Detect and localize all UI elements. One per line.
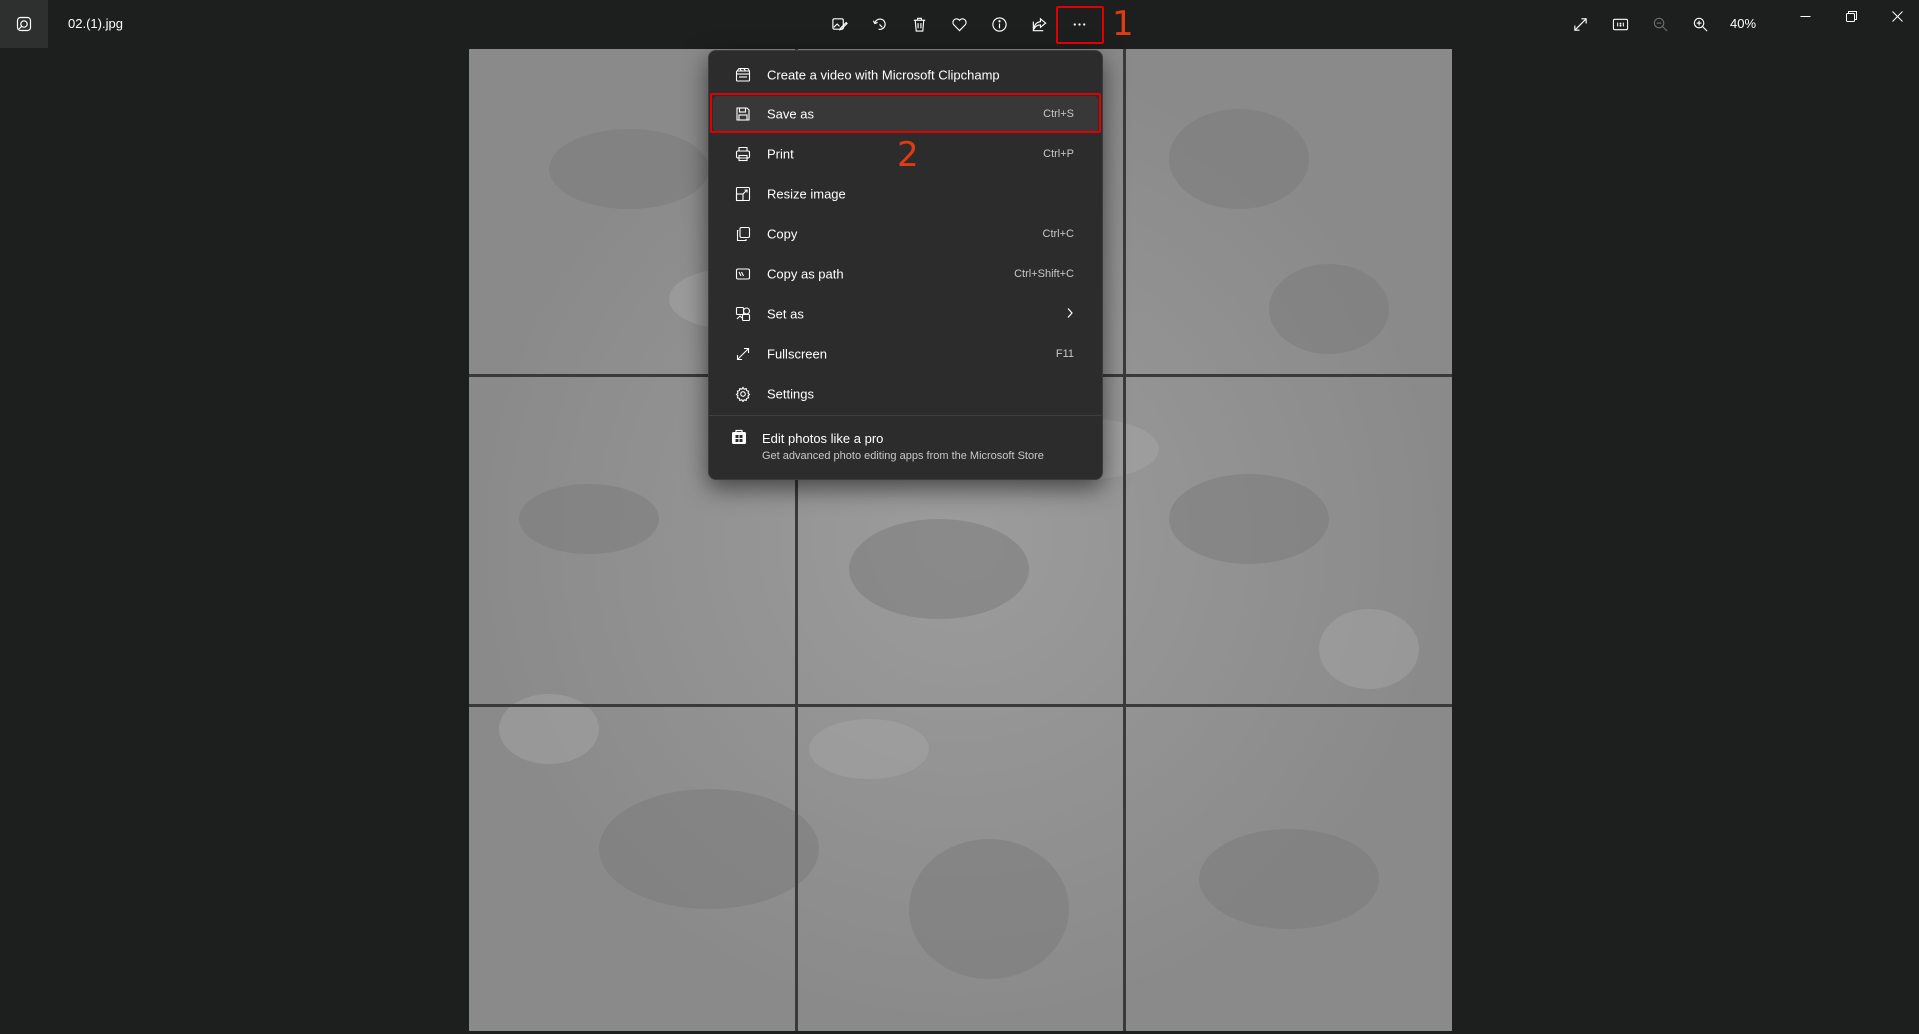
restore-icon [1845,10,1857,22]
copy-path-icon [735,266,751,282]
step2-highlight-box [710,93,1101,133]
edit-image-icon [831,17,848,31]
minimize-button[interactable] [1782,0,1828,32]
menu-item-label: Settings [767,386,814,402]
delete-button[interactable] [903,8,935,40]
close-icon [1891,10,1903,22]
zoom-out-icon [1653,17,1668,32]
menu-item-shortcut: Ctrl+Shift+C [1014,268,1074,280]
zoom-in-icon [1693,17,1708,32]
fullscreen-icon [1573,17,1587,31]
menu-item-settings[interactable]: Settings [713,376,1098,412]
menu-item-label: Copy [767,226,798,242]
zoom-level[interactable]: 40% [1730,16,1756,31]
menu-item-clipchamp[interactable]: Create a video with Microsoft Clipchamp [713,57,1098,93]
actual-size-button[interactable] [1604,8,1636,40]
share-icon [1032,17,1047,31]
menu-item-label: Copy as path [767,266,844,282]
edit-image-button[interactable] [823,8,855,40]
rotate-button[interactable] [863,8,895,40]
tile-grout-line [1123,49,1126,1031]
menu-item-label: Fullscreen [767,346,827,362]
menu-item-shortcut: Ctrl+P [1043,148,1074,160]
fullscreen-button[interactable] [1564,8,1596,40]
favorite-button[interactable] [943,8,975,40]
photos-app-window: 02.(1).jpg 40% Create a video with Micro… [0,0,1919,1034]
clipchamp-icon [735,67,751,83]
promo-subtitle: Get advanced photo editing apps from the… [762,450,1044,462]
zoom-out-button[interactable] [1644,8,1676,40]
info-button[interactable] [983,8,1015,40]
settings-icon [735,386,751,402]
zoom-in-button[interactable] [1684,8,1716,40]
menu-item-resize-image[interactable]: Resize image [713,176,1098,212]
close-button[interactable] [1874,0,1919,32]
photos-app-icon [0,0,48,48]
menu-item-fullscreen[interactable]: Fullscreen F11 [713,336,1098,372]
info-icon [991,16,1007,32]
menu-item-label: Print [767,146,794,162]
file-name: 02.(1).jpg [68,16,123,31]
print-icon [735,146,751,162]
copy-icon [735,226,751,242]
fullscreen-icon [735,346,751,362]
step1-highlight-box [1056,6,1104,44]
delete-icon [913,17,925,32]
menu-item-shortcut: Ctrl+C [1042,228,1074,240]
menu-item-label: Set as [767,306,804,322]
restore-button[interactable] [1828,0,1874,32]
tile-grout-line [469,704,1452,707]
menu-item-label: Resize image [767,186,846,202]
menu-item-label: Create a video with Microsoft Clipchamp [767,67,1000,83]
menu-item-copy-as-path[interactable]: Copy as path Ctrl+Shift+C [713,256,1098,292]
share-button[interactable] [1023,8,1055,40]
menu-item-shortcut: F11 [1055,348,1074,360]
title-bar: 02.(1).jpg 40% [0,0,1919,48]
resize-icon [735,186,751,202]
promo-title: Edit photos like a pro [762,431,884,446]
set-as-icon [735,306,751,322]
menu-divider [709,415,1102,416]
menu-item-set-as[interactable]: Set as [713,296,1098,332]
minimize-icon [1800,15,1810,17]
actual-size-icon [1612,18,1628,30]
menu-item-copy[interactable]: Copy Ctrl+C [713,216,1098,252]
step2-number: 2 [897,135,919,175]
favorite-icon [951,17,967,31]
rotate-icon [872,17,886,30]
step1-number: 1 [1112,4,1134,44]
store-icon [731,429,747,445]
submenu-chevron-icon [1066,306,1074,322]
